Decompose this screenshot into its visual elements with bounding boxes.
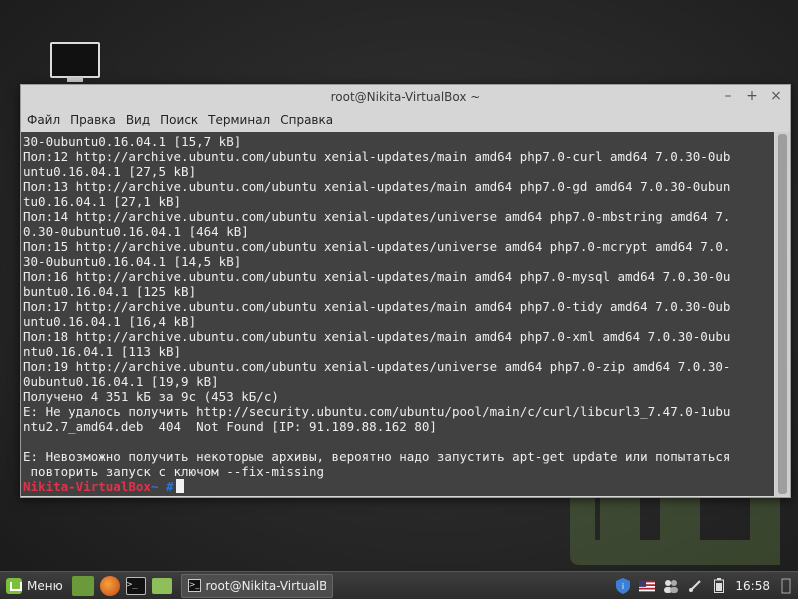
terminal-line: повторить запуск с ключом --fix-missing [23,464,325,479]
menu-bar: Файл Правка Вид Поиск Терминал Справка [21,109,790,131]
mint-menu-icon [6,577,22,594]
show-desktop-icon[interactable] [71,575,94,596]
battery-icon[interactable] [711,578,727,594]
svg-text:i: i [622,582,624,591]
user-accounts-icon[interactable] [663,578,679,594]
start-menu-button[interactable]: Меню [0,572,69,599]
terminal-line: Пол:15 http://archive.ubuntu.com/ubuntu … [23,239,731,254]
clock[interactable]: 16:58 [735,579,770,593]
terminal-line: tu0.16.04.1 [27,1 kB] [23,194,182,209]
terminal-line: 0ubuntu0.16.04.1 [19,9 kB] [23,374,219,389]
terminal-line: E: Невозможно получить некоторые архивы,… [23,449,731,464]
maximize-button[interactable]: + [746,88,758,104]
taskbar: Меню >_ >_ root@Nikita-VirtualB... i 16:… [0,571,798,599]
shell-prompt[interactable]: Nikita-VirtualBox ~ # [21,479,774,494]
keyboard-layout-flag-icon[interactable] [639,578,656,594]
terminal-line: ntu0.16.04.1 [113 kB] [23,344,182,359]
taskbar-terminal-task[interactable]: >_ root@Nikita-VirtualB... [180,573,333,598]
shield-update-icon[interactable]: i [615,577,631,594]
terminal-text: 30-0ubuntu0.16.04.1 [15,7 kB] Пол:12 http… [21,132,774,479]
minimize-button[interactable]: – [722,88,734,104]
close-button[interactable]: × [770,88,782,104]
network-icon[interactable] [687,578,703,594]
menu-help[interactable]: Справка [280,113,333,127]
start-menu-label: Меню [27,578,63,593]
window-title: root@Nikita-VirtualBox ~ [330,90,481,104]
menu-file[interactable]: Файл [27,113,60,127]
terminal-line: Пол:19 http://archive.ubuntu.com/ubuntu … [23,359,731,374]
terminal-line: Пол:13 http://archive.ubuntu.com/ubuntu … [23,179,731,194]
prompt-path: ~ # [150,479,174,494]
terminal-line: E: Не удалось получить http://security.u… [23,404,731,419]
terminal-line: Пол:12 http://archive.ubuntu.com/ubuntu … [23,149,731,164]
menu-search[interactable]: Поиск [160,113,198,127]
scrollbar-thumb[interactable] [778,134,787,494]
system-tray: i 16:58 [615,572,798,599]
task-label: root@Nikita-VirtualB... [205,578,326,593]
terminal-scrollbar[interactable] [775,132,790,496]
terminal-line: ntu2.7_amd64.deb 404 Not Found [IP: 91.1… [23,419,437,434]
terminal-window[interactable]: root@Nikita-VirtualBox ~ – + × Файл Прав… [20,84,791,498]
firefox-icon[interactable] [99,575,120,596]
terminal-line: Пол:16 http://archive.ubuntu.com/ubuntu … [23,269,731,284]
terminal-line: Пол:14 http://archive.ubuntu.com/ubuntu … [23,209,731,224]
terminal-line: Пол:18 http://archive.ubuntu.com/ubuntu … [23,329,731,344]
terminal-line: 30-0ubuntu0.16.04.1 [14,5 kB] [23,254,242,269]
terminal-line: Получено 4 351 kБ за 9с (453 kБ/c) [23,389,279,404]
terminal-line: untu0.16.04.1 [16,4 kB] [23,314,197,329]
terminal-line: buntu0.16.04.1 [125 kB] [23,284,197,299]
menu-terminal[interactable]: Терминал [208,113,270,127]
monitor-screen [50,42,100,78]
terminal-line: Пол:17 http://archive.ubuntu.com/ubuntu … [23,299,731,314]
terminal-task-icon: >_ [187,579,201,592]
terminal-line: untu0.16.04.1 [27,5 kB] [23,164,197,179]
workspace-switcher-icon[interactable] [778,578,794,594]
terminal-output[interactable]: 30-0ubuntu0.16.04.1 [15,7 kB] Пол:12 http… [21,132,774,496]
files-folder-icon[interactable] [151,577,172,594]
menu-view[interactable]: Вид [126,113,150,127]
window-titlebar[interactable]: root@Nikita-VirtualBox ~ – + × [21,85,790,109]
terminal-line: 30-0ubuntu0.16.04.1 [15,7 kB] [23,134,242,149]
terminal-line: 0.30-0ubuntu0.16.04.1 [464 kB] [23,224,249,239]
text-cursor [175,479,184,493]
prompt-host: Nikita-VirtualBox [23,479,151,494]
monitor-stand [67,77,83,82]
computer-desktop-icon[interactable] [50,42,100,84]
terminal-launcher-icon[interactable]: >_ [125,576,146,595]
menu-edit[interactable]: Правка [70,113,116,127]
